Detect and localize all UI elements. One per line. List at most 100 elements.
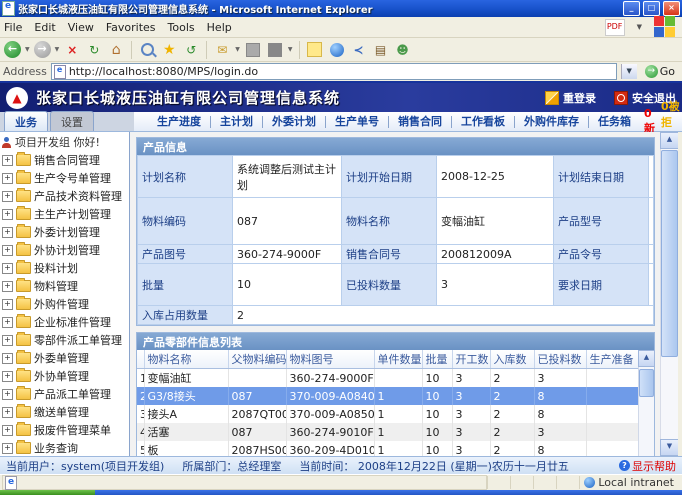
nav-purchased-stock[interactable]: 外购件库存	[515, 116, 589, 128]
expand-icon: +	[2, 389, 13, 400]
address-dropdown-icon[interactable]: ▼	[621, 64, 637, 79]
scroll-down-icon[interactable]: ▼	[660, 439, 679, 456]
back-icon[interactable]: ←	[4, 41, 21, 58]
sidebar-item-part-dispatch[interactable]: +零部件派工单管理	[0, 331, 129, 349]
stop-icon[interactable]: ×	[63, 41, 81, 59]
notes-icon[interactable]	[306, 41, 324, 59]
scroll-thumb[interactable]	[639, 369, 654, 397]
sidebar-item-delivery-order[interactable]: +缴送单管理	[0, 403, 129, 421]
sidebar-item-business-query[interactable]: +业务查询	[0, 439, 129, 456]
nav-sales-contract[interactable]: 销售合同	[389, 116, 452, 128]
sidebar-item-scrap-mgmt[interactable]: +报废件管理菜单	[0, 421, 129, 439]
col-drawing-no[interactable]: 物料图号	[286, 350, 374, 369]
sidebar-item-sales-contract[interactable]: +销售合同管理	[0, 151, 129, 169]
nav-production-progress[interactable]: 生产进度	[148, 116, 211, 128]
col-fed[interactable]: 已投料数	[534, 350, 586, 369]
nav-master-plan[interactable]: 主计划	[211, 116, 263, 128]
scroll-up-icon[interactable]: ▲	[638, 350, 655, 367]
arc-plugin-icon[interactable]: ≺	[350, 41, 368, 59]
minimize-button[interactable]: _	[623, 1, 640, 16]
windows-logo-icon	[654, 16, 676, 38]
table-row[interactable]: 4活塞087360-274-9010F110323 20 %	[137, 423, 638, 441]
messenger-icon[interactable]: ☻	[394, 41, 412, 59]
nav-work-board[interactable]: 工作看板	[452, 116, 515, 128]
show-help-link[interactable]: ? 显示帮助	[619, 458, 676, 474]
forward-dropdown-icon[interactable]: ▼	[55, 46, 60, 53]
page-vertical-scrollbar[interactable]: ▲ ▼	[660, 132, 678, 456]
menu-view[interactable]: View	[68, 21, 94, 34]
app-title: 张家口长城液压油缸有限公司管理信息系统	[36, 87, 527, 108]
col-batch[interactable]: 批量	[422, 350, 452, 369]
pdf-toolbar-icon[interactable]: PDF	[605, 19, 625, 36]
maximize-button[interactable]: □	[643, 1, 660, 16]
col-unit-qty[interactable]: 单件数量	[374, 350, 422, 369]
edit-dropdown-icon[interactable]: ▼	[288, 46, 293, 53]
tab-business[interactable]: 业务	[4, 111, 48, 131]
globe-plugin-icon[interactable]	[328, 41, 346, 59]
menu-help[interactable]: Help	[207, 21, 232, 34]
forward-icon[interactable]: →	[34, 41, 51, 58]
close-button[interactable]: ×	[663, 1, 680, 16]
sidebar-item-coop-plan[interactable]: +外协计划管理	[0, 241, 129, 259]
col-rowno	[137, 350, 144, 369]
print-icon[interactable]	[244, 41, 262, 59]
folder-icon	[16, 334, 31, 346]
col-prep[interactable]: 生产准备	[586, 350, 638, 369]
start-button[interactable]	[0, 490, 95, 495]
sidebar-item-outsource-plan[interactable]: +外委计划管理	[0, 223, 129, 241]
content-area: 产品信息 计划名称系统调整后测试主计划 计划开始日期2008-12-25 计划结…	[130, 132, 660, 456]
expand-icon: +	[2, 443, 13, 454]
scroll-thumb[interactable]	[661, 150, 678, 357]
table-row-selected[interactable]: 2G3/8接头087370-009-A0840110328 20 %	[137, 387, 638, 405]
scroll-up-icon[interactable]: ▲	[660, 132, 679, 149]
parts-vertical-scrollbar[interactable]: ▲ ▼	[638, 350, 654, 456]
window-right-border	[678, 132, 682, 456]
sidebar-item-outsource-order[interactable]: +外委单管理	[0, 349, 129, 367]
sidebar-item-product-dispatch[interactable]: +产品派工单管理	[0, 385, 129, 403]
sidebar-item-master-plan[interactable]: +主生产计划管理	[0, 205, 129, 223]
menu-file[interactable]: File	[4, 21, 22, 34]
sidebar-item-tech-data[interactable]: +产品技术资料管理	[0, 187, 129, 205]
go-button[interactable]: → Go	[641, 65, 679, 78]
expand-icon: +	[2, 371, 13, 382]
main-area: 项目开发组 你好! +销售合同管理 +生产令号单管理 +产品技术资料管理 +主生…	[0, 132, 682, 456]
research-plugin-icon[interactable]: ▤	[372, 41, 390, 59]
mail-dropdown-icon[interactable]: ▼	[235, 46, 240, 53]
folder-icon	[16, 226, 31, 238]
sidebar-item-coop-order[interactable]: +外协单管理	[0, 367, 129, 385]
sidebar-tree: 项目开发组 你好! +销售合同管理 +生产令号单管理 +产品技术资料管理 +主生…	[0, 132, 130, 456]
folder-icon	[16, 298, 31, 310]
col-started[interactable]: 开工数	[452, 350, 490, 369]
nav-task-box[interactable]: 任务箱	[589, 116, 640, 128]
menu-favorites[interactable]: Favorites	[106, 21, 156, 34]
favorites-icon[interactable]: ★	[160, 41, 178, 59]
menu-edit[interactable]: Edit	[34, 21, 55, 34]
relogin-button[interactable]: 重登录	[545, 90, 596, 106]
col-parent-code[interactable]: 父物料编码	[228, 350, 286, 369]
current-user: 当前用户：system(项目开发组)	[6, 458, 164, 474]
table-row[interactable]: 3接头A2087QT002370-009-A0850110328 20 %	[137, 405, 638, 423]
menu-tools[interactable]: Tools	[168, 21, 195, 34]
nav-outsource-plan[interactable]: 外委计划	[263, 116, 326, 128]
field-label: 销售合同号	[342, 245, 437, 264]
history-icon[interactable]: ↺	[182, 41, 200, 59]
pdf-dropdown-icon[interactable]: ▼	[637, 23, 642, 31]
address-input[interactable]: http://localhost:8080/MPS/login.do	[51, 63, 617, 80]
sidebar-item-purchased-mgmt[interactable]: +外购件管理	[0, 295, 129, 313]
table-row[interactable]: 1变幅油缸360-274-9000F10323 29 %	[137, 369, 638, 388]
col-material-name[interactable]: 物料名称	[144, 350, 228, 369]
refresh-icon[interactable]: ↻	[85, 41, 103, 59]
sidebar-item-material-mgmt[interactable]: +物料管理	[0, 277, 129, 295]
sidebar-item-standard-parts[interactable]: +企业标准件管理	[0, 313, 129, 331]
edit-icon[interactable]	[266, 41, 284, 59]
sidebar-item-order-no[interactable]: +生产令号单管理	[0, 169, 129, 187]
sidebar-item-feed-plan[interactable]: +投料计划	[0, 259, 129, 277]
mail-icon[interactable]: ✉	[213, 41, 231, 59]
home-icon[interactable]: ⌂	[107, 41, 125, 59]
search-icon[interactable]	[138, 41, 156, 59]
nav-production-order[interactable]: 生产单号	[326, 116, 389, 128]
back-dropdown-icon[interactable]: ▼	[25, 46, 30, 53]
tab-settings[interactable]: 设置	[50, 111, 94, 131]
col-in-stock[interactable]: 入库数	[490, 350, 534, 369]
table-row[interactable]: 5板2087HS002360-209-4D010110328 20 %	[137, 441, 638, 456]
